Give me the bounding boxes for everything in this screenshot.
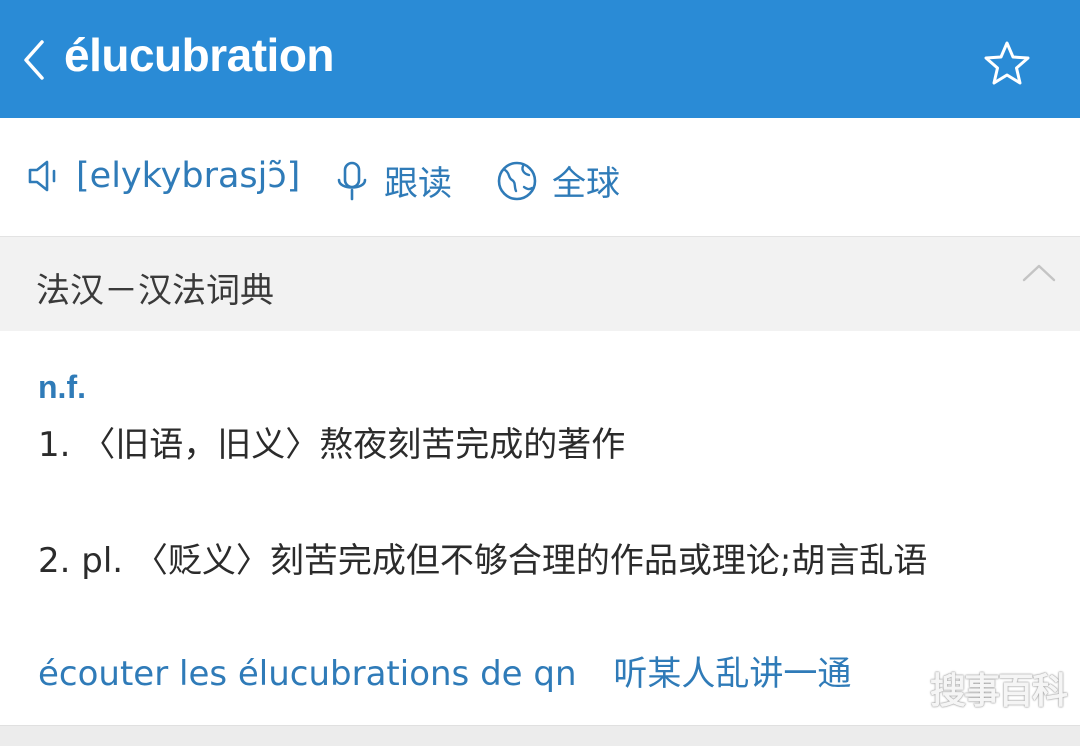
definition-panel: n.f. 1. 〈旧语，旧义〉熬夜刻苦完成的著作 2. pl. 〈贬义〉刻苦完成… (0, 331, 1080, 725)
pronunciation-bar: [elykybrasjɔ̃] 跟读 全球 (0, 118, 1080, 236)
chevron-up-icon (1022, 264, 1056, 282)
example-sentence[interactable]: écouter les élucubrations de qn 听某人乱讲一通 (38, 646, 851, 695)
favorite-button[interactable] (982, 40, 1032, 86)
part-of-speech: n.f. (38, 369, 86, 405)
dictionary-section-header[interactable]: 法汉－汉法词典 (0, 236, 1080, 332)
definition-1: 1. 〈旧语，旧义〉熬夜刻苦完成的著作 (38, 425, 626, 465)
star-outline-icon (984, 41, 1030, 85)
phonetic-transcription: [elykybrasjɔ̃] (76, 156, 301, 196)
back-button[interactable] (16, 38, 56, 82)
definition-2: 2. pl. 〈贬义〉刻苦完成但不够合理的作品或理论;胡言乱语 (38, 541, 928, 581)
globe-icon (497, 161, 537, 200)
play-pronunciation-button[interactable] (26, 156, 66, 196)
example-french: écouter les élucubrations de qn (38, 654, 577, 694)
collapse-section-button[interactable] (1018, 258, 1060, 286)
example-chinese: 听某人乱讲一通 (613, 654, 852, 694)
page-title: élucubration (64, 29, 335, 81)
watermark-text: 搜事百科 (930, 671, 1068, 712)
follow-read-button[interactable]: 跟读 (334, 156, 452, 205)
microphone-icon (337, 161, 367, 200)
speaker-icon (28, 160, 56, 192)
bottom-divider (0, 725, 1080, 746)
app-header: élucubration (0, 0, 1080, 118)
section-title: 法汉－汉法词典 (36, 271, 274, 311)
chevron-left-icon (24, 40, 44, 80)
follow-read-label: 跟读 (384, 164, 452, 204)
global-pronunciation-button[interactable]: 全球 (496, 156, 620, 205)
global-label: 全球 (552, 164, 620, 204)
